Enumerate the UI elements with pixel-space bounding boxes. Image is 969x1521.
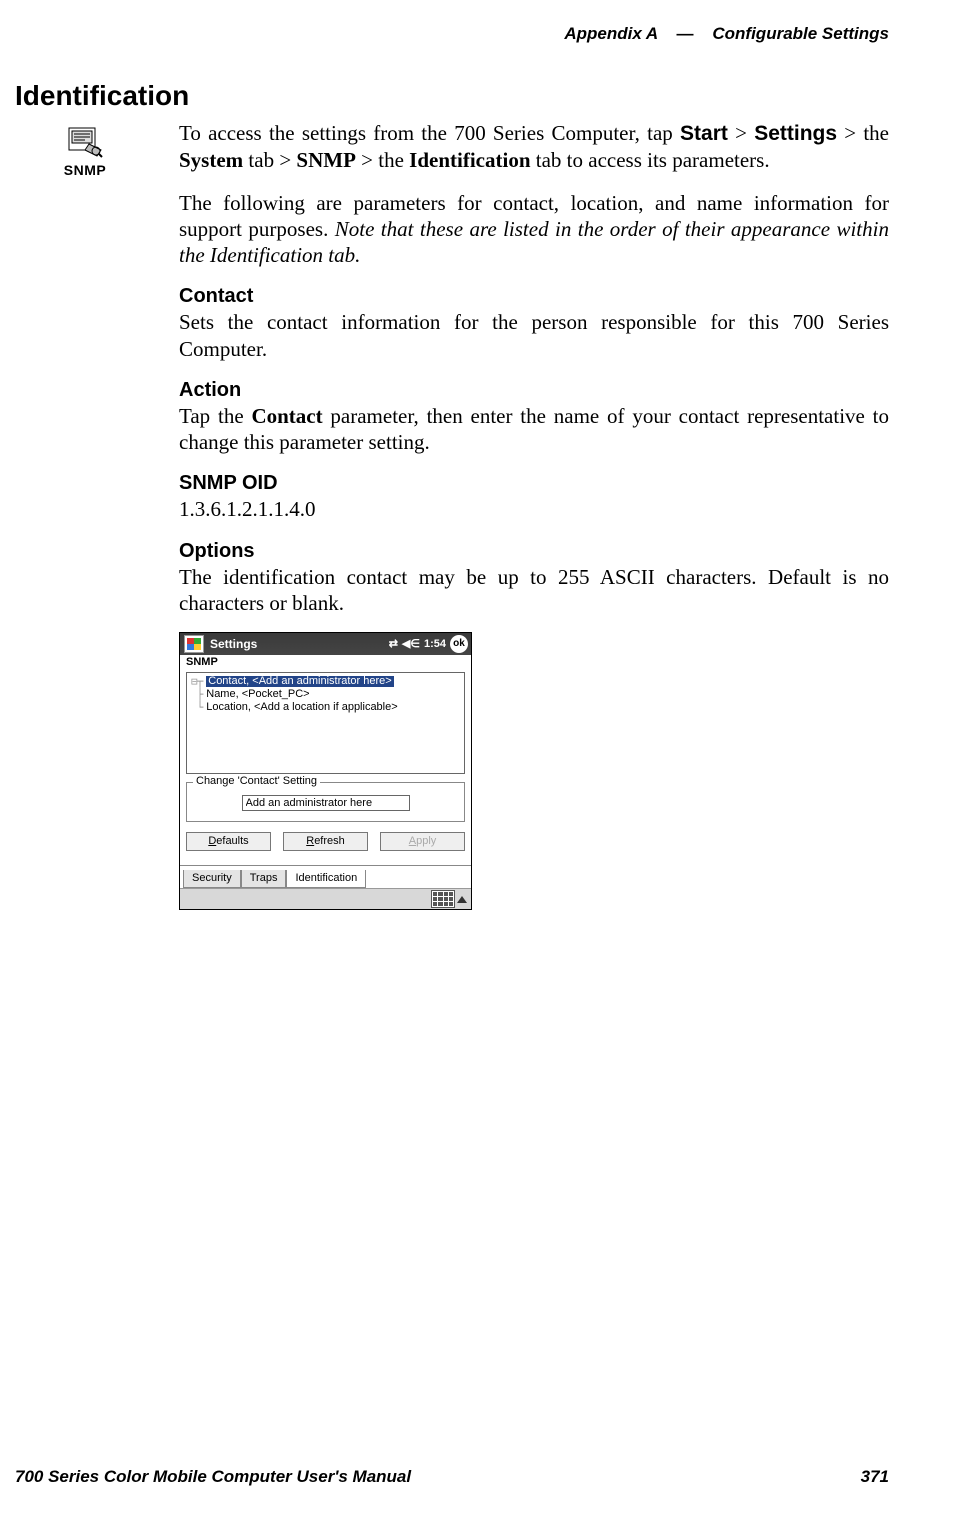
snmp-label: SNMP [296,148,356,172]
button-row: Defaults Refresh Apply [180,832,471,865]
snmp-icon-label: SNMP [64,162,106,178]
system-tray: ⇄ ◀∈ 1:54 ok [389,635,468,653]
page-number: 371 [861,1467,889,1487]
settings-label: Settings [754,122,837,145]
device-title: Settings [210,638,257,650]
tab-traps[interactable]: Traps [241,870,287,888]
tab-security[interactable]: Security [183,870,241,888]
tree-item-name[interactable]: ├ Name, <Pocket_PC> [191,688,460,701]
keyboard-icon[interactable] [431,890,455,908]
tree-item-contact[interactable]: ⊟┬ Contact, <Add an administrator here> [191,675,460,688]
clock: 1:54 [424,639,446,650]
identification-label: Identification [409,148,530,172]
refresh-button[interactable]: Refresh [283,832,368,851]
tab-identification[interactable]: Identification [286,870,366,888]
snmp-oid-value: 1.3.6.1.2.1.1.4.0 [179,496,889,522]
tree-view[interactable]: ⊟┬ Contact, <Add an administrator here> … [186,672,465,774]
running-header: Appendix A — Configurable Settings [564,24,889,44]
contact-heading: Contact [179,284,889,309]
groupbox-legend: Change 'Contact' Setting [193,776,320,787]
header-sep: — [662,24,707,43]
app-title: SNMP [180,655,471,672]
page-title: Identification [15,80,889,112]
header-right: Configurable Settings [712,24,889,43]
snmp-icon-col: SNMP [15,120,155,178]
options-heading: Options [179,539,889,564]
action-body: Tap the Contact parameter, then enter th… [179,403,889,456]
sip-arrow-icon[interactable] [457,896,467,903]
apply-button: Apply [380,832,465,851]
ok-button[interactable]: ok [450,635,468,653]
header-left: Appendix A [564,24,657,43]
system-label: System [179,148,243,172]
snmp-icon [67,126,103,158]
snmp-oid-heading: SNMP OID [179,471,889,496]
intro-paragraph: To access the settings from the 700 Seri… [179,120,889,174]
contact-body: Sets the contact information for the per… [179,309,889,362]
contact-input[interactable] [242,795,410,811]
device-screenshot: Settings ⇄ ◀∈ 1:54 ok SNMP ⊟┬ Contact, <… [179,632,472,910]
start-flag-icon[interactable] [184,635,204,653]
options-body: The identification contact may be up to … [179,564,889,617]
sip-bar [180,888,471,909]
connectivity-icon: ⇄ [389,639,398,650]
description-paragraph: The following are parameters for contact… [179,190,889,269]
volume-icon: ◀∈ [402,639,420,650]
start-label: Start [680,122,728,145]
defaults-button[interactable]: Defaults [186,832,271,851]
action-heading: Action [179,378,889,403]
change-setting-group: Change 'Contact' Setting [186,782,465,822]
page-body: Identification SNMP To access the settin… [15,80,889,910]
device-title-bar: Settings ⇄ ◀∈ 1:54 ok [180,633,471,655]
tab-bar: Security Traps Identification [180,865,471,888]
tree-item-location[interactable]: └ Location, <Add a location if applicabl… [191,701,460,714]
footer-left: 700 Series Color Mobile Computer User's … [15,1467,411,1487]
running-footer: 700 Series Color Mobile Computer User's … [15,1467,889,1487]
